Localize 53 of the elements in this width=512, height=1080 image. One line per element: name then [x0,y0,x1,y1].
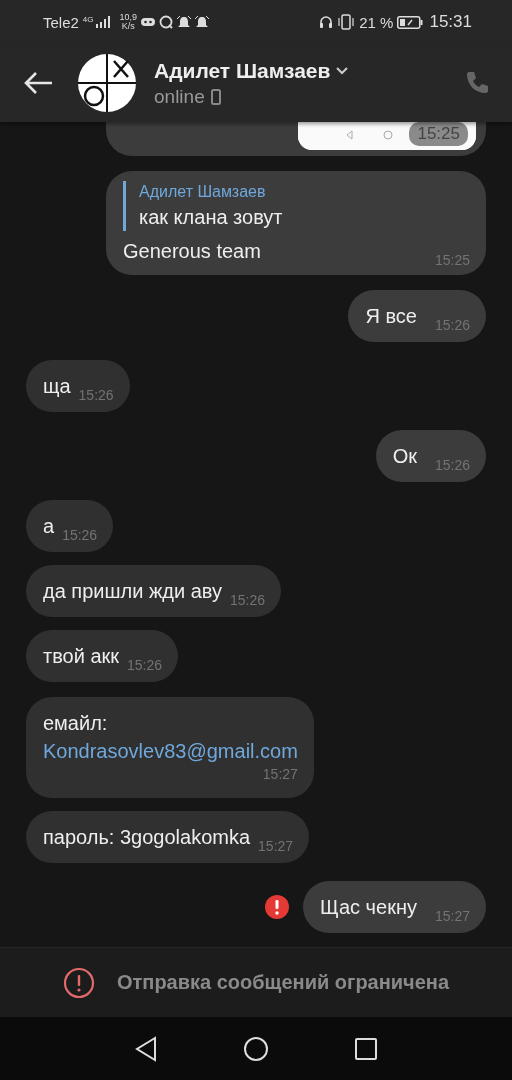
message-text: да пришли жди аву [43,579,222,604]
avatar[interactable] [78,54,136,112]
recents-icon[interactable] [355,1037,377,1060]
network-speed: 10,9 [119,13,138,22]
online-status: online [154,85,205,108]
message-bubble[interactable]: пароль: 3gogolakomka 15:27 [26,811,310,863]
quoted-sender: Адилет Шамзаев [139,182,267,202]
restriction-notice: Отправка сообщений ограничена [116,971,450,994]
headphones-icon [319,15,334,29]
clock-time: 15:31 [429,12,472,32]
alarm-icon [177,15,192,29]
carrier-name: Tele2 [43,13,79,31]
message-text: Щас чекну [319,895,417,920]
chevron-down-icon[interactable] [336,66,349,75]
home-icon[interactable] [243,1035,269,1062]
message-text: пароль: 3gogolakomka [43,825,251,850]
warning-icon [62,966,95,999]
message-text: а [43,514,55,539]
contact-name: Адилет Шамзаев [154,58,331,83]
phone-icon[interactable] [464,70,490,96]
message-time: 15:27 [258,839,294,853]
message-bubble[interactable]: ща 15:26 [26,360,130,412]
signal-icon [95,16,110,28]
message-bubble[interactable]: а 15:26 [26,500,114,552]
message-text: Я все [365,304,417,329]
message-text: твой акк [43,644,120,669]
message-time: 15:26 [230,593,266,607]
message-bubble[interactable]: емайл: Kondrasovlev83@gmail.com 15:27 [26,697,314,798]
message-bubble[interactable]: да пришли жди аву 15:26 [26,565,282,617]
vibrate-icon [337,14,356,30]
chat-circle-icon [159,15,174,29]
message-text: ща [43,374,71,399]
network-type: 4G [82,15,94,24]
mobile-phone-icon [210,88,221,105]
message-text: Generous team [123,239,261,264]
message-text: емайл: [43,711,109,736]
battery-icon [397,15,424,29]
back-icon[interactable] [135,1035,157,1062]
battery-percent: 21 % [359,13,394,31]
message-bubble[interactable]: твой акк 15:26 [26,630,179,682]
quoted-text: как клана зовут [139,205,284,230]
back-arrow-icon[interactable] [24,71,54,95]
email-link[interactable]: Kondrasovlev83@gmail.com [43,740,298,762]
message-text: Ок [392,444,417,469]
message-time: 15:27 [261,767,298,781]
quoted-message[interactable]: Адилет Шамзаев как клана зовут [123,181,470,231]
message-time: 15:26 [78,388,114,402]
speed-unit: K/s [121,22,135,31]
message-time: 15:26 [62,528,98,542]
message-time: 15:26 [127,658,163,672]
alarm-icon [195,15,210,29]
error-icon[interactable] [264,895,289,919]
message-time: 15:25 [409,122,468,146]
